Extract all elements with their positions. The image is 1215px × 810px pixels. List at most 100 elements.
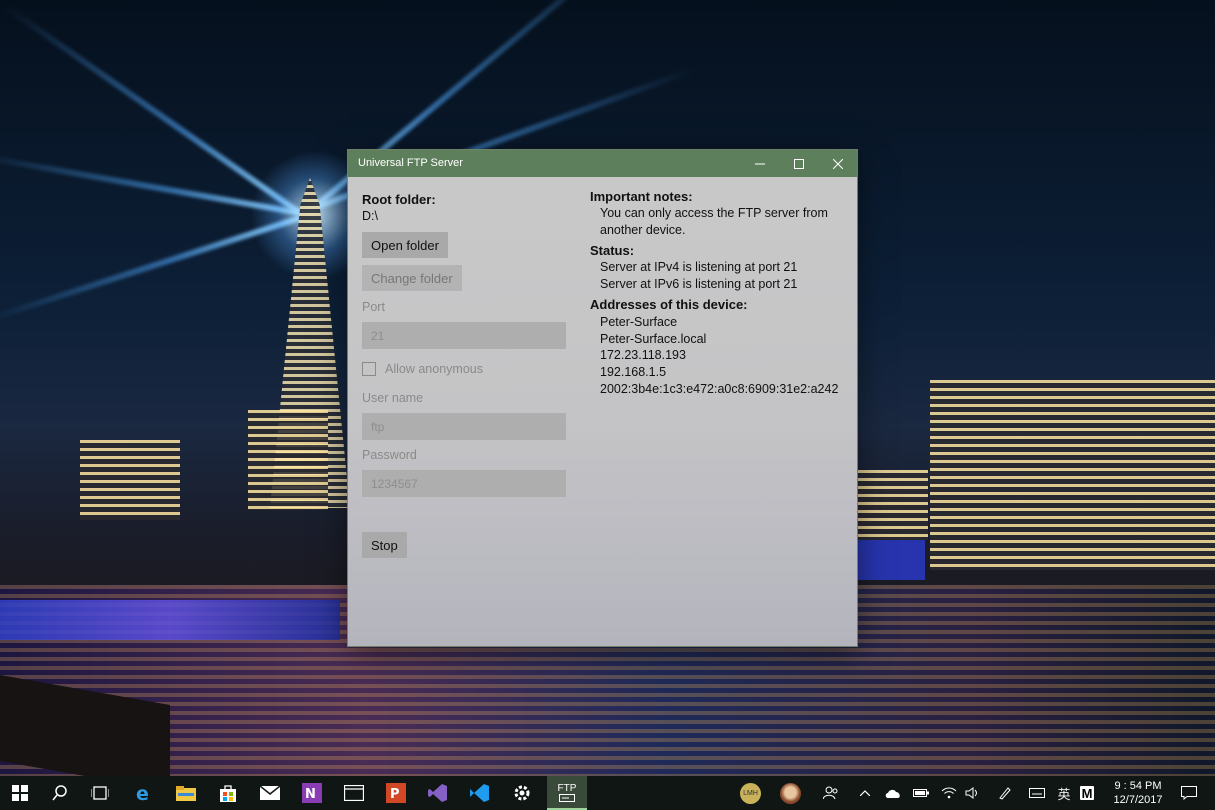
allow-anonymous-checkbox[interactable]	[362, 362, 376, 376]
open-folder-button[interactable]: Open folder	[362, 232, 448, 258]
people-avatar[interactable]	[780, 783, 801, 804]
settings-icon	[514, 785, 530, 801]
window-content: Root folder: D:\ Open folder Change fold…	[348, 177, 857, 646]
search-icon	[52, 785, 67, 801]
show-hidden-icons-button[interactable]	[856, 784, 874, 802]
address-item: 172.23.118.193	[600, 348, 686, 362]
taskbar-ftp-app[interactable]: FTP	[547, 776, 587, 810]
start-icon	[12, 785, 28, 801]
people-avatar[interactable]: LMH	[740, 783, 761, 804]
powerpoint-icon: P	[386, 783, 406, 803]
taskbar-settings[interactable]	[502, 776, 542, 810]
close-icon	[832, 158, 843, 169]
pen-tray[interactable]	[996, 784, 1014, 802]
battery-icon	[913, 789, 929, 797]
search-button[interactable]	[40, 776, 80, 810]
battery-tray[interactable]	[912, 784, 930, 802]
maximize-button[interactable]	[779, 150, 818, 177]
clock[interactable]: 9 : 54 PM 12/7/2017	[1104, 779, 1172, 807]
svg-text:P: P	[390, 787, 400, 802]
touch-keyboard-tray[interactable]	[1028, 784, 1046, 802]
port-label: Port	[362, 300, 385, 314]
onedrive-tray[interactable]	[884, 784, 902, 802]
cloud-icon	[885, 789, 900, 798]
notification-icon	[1181, 786, 1197, 800]
building	[858, 470, 928, 540]
edge-icon: e	[136, 784, 149, 802]
task-view-icon	[91, 786, 109, 800]
ime-indicator[interactable]: 英	[1055, 784, 1073, 802]
speaker-icon	[965, 787, 977, 799]
port-input[interactable]: 21	[362, 322, 566, 349]
status-line: Server at IPv6 is listening at port 21	[600, 277, 798, 291]
taskbar-onenote[interactable]: N	[292, 776, 332, 810]
wifi-icon	[941, 787, 957, 799]
username-input[interactable]: ftp	[362, 413, 566, 440]
bridge	[0, 600, 340, 640]
building	[80, 440, 180, 520]
ftp-server-window: Universal FTP Server Root folder: D:\ Op…	[348, 150, 857, 646]
ime-mode-indicator[interactable]: M	[1080, 786, 1094, 801]
wifi-tray[interactable]	[940, 784, 958, 802]
keyboard-icon	[1029, 788, 1045, 798]
clock-time: 9 : 54 PM	[1114, 780, 1162, 792]
address-item: 2002:3b4e:1c3:e472:a0c8:6909:31e2:a242	[600, 382, 839, 396]
volume-tray[interactable]	[964, 784, 982, 802]
window-title: Universal FTP Server	[358, 157, 463, 169]
onenote-icon: N	[302, 783, 322, 803]
vscode-icon	[470, 784, 489, 802]
chevron-up-icon	[860, 790, 870, 796]
stop-button[interactable]: Stop	[362, 532, 407, 558]
change-folder-button[interactable]: Change folder	[362, 265, 462, 291]
building	[930, 380, 1215, 570]
notes-line: another device.	[600, 223, 686, 237]
store-icon	[220, 785, 236, 802]
password-label: Password	[362, 448, 417, 462]
clock-date: 12/7/2017	[1113, 794, 1163, 806]
action-center-button[interactable]	[1180, 784, 1198, 802]
taskbar-mail[interactable]	[250, 776, 290, 810]
allow-anonymous-label[interactable]: Allow anonymous	[385, 362, 483, 376]
file-explorer-icon	[176, 786, 196, 801]
svg-text:N: N	[305, 787, 316, 802]
taskbar-vscode[interactable]	[460, 776, 500, 810]
status-line: Server at IPv4 is listening at port 21	[600, 260, 798, 274]
taskbar: e N P FTP LMH 英 M 9: 54 PM 12/7/2017	[0, 776, 1215, 810]
address-item: 192.168.1.5	[600, 365, 667, 379]
task-view-button[interactable]	[80, 776, 120, 810]
visual-studio-icon	[428, 784, 447, 802]
people-icon	[823, 786, 838, 800]
minimize-button[interactable]	[740, 150, 779, 177]
notes-line: You can only access the FTP server from	[600, 206, 828, 220]
mail-icon	[260, 786, 280, 800]
svg-text:e: e	[136, 784, 149, 802]
taskbar-file-explorer[interactable]	[166, 776, 206, 810]
maximize-icon	[793, 158, 804, 169]
bridge	[855, 540, 925, 580]
taskbar-window-app[interactable]	[334, 776, 374, 810]
taskbar-visual-studio[interactable]	[418, 776, 458, 810]
addresses-heading: Addresses of this device:	[590, 297, 748, 312]
start-button[interactable]	[0, 776, 40, 810]
status-heading: Status:	[590, 243, 635, 258]
taskbar-edge[interactable]: e	[124, 776, 164, 810]
root-folder-value: D:\	[362, 209, 378, 223]
title-bar[interactable]: Universal FTP Server	[348, 150, 857, 177]
people-button[interactable]	[822, 784, 840, 802]
address-item: Peter-Surface.local	[600, 332, 707, 346]
minimize-icon	[754, 163, 765, 164]
window-icon	[344, 785, 364, 801]
taskbar-store[interactable]	[208, 776, 248, 810]
address-item: Peter-Surface	[600, 315, 678, 329]
ftp-app-icon: FTP	[557, 782, 577, 794]
username-label: User name	[362, 391, 424, 405]
building	[248, 410, 328, 510]
close-button[interactable]	[818, 150, 857, 177]
ftp-app-badge	[559, 793, 575, 802]
avatar-initials: LMH	[743, 790, 758, 797]
taskbar-powerpoint[interactable]: P	[376, 776, 416, 810]
password-input[interactable]: 1234567	[362, 470, 566, 497]
pen-icon	[999, 787, 1011, 800]
important-notes-heading: Important notes:	[590, 189, 693, 204]
root-folder-label: Root folder:	[362, 192, 436, 207]
